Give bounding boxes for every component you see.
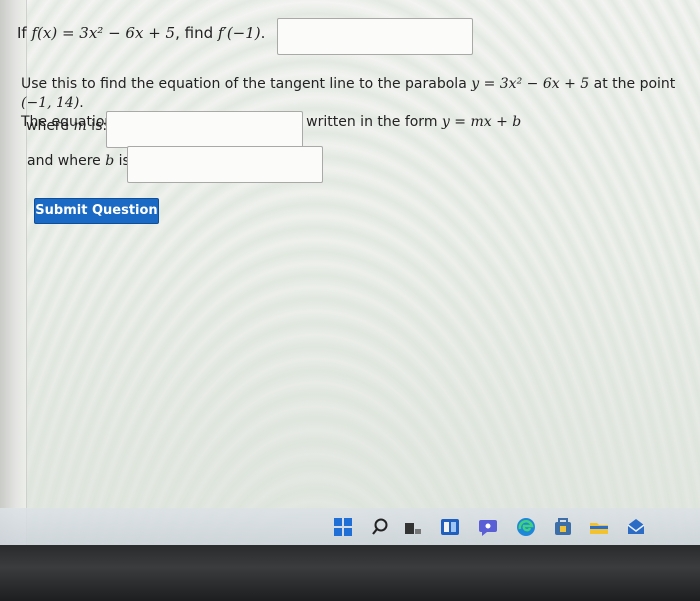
instructions-line1: Use this to find the equation of the tan… bbox=[21, 76, 472, 92]
question-suffix: . bbox=[260, 24, 266, 42]
question-prefix: If bbox=[17, 24, 32, 42]
task-view-icon[interactable] bbox=[403, 517, 423, 537]
search-icon[interactable] bbox=[370, 517, 390, 537]
intercept-answer-input[interactable] bbox=[127, 146, 323, 183]
fprime-answer-input[interactable] bbox=[277, 18, 473, 55]
question-part1: If f(x) = 3x² − 6x + 5, find f′(−1). bbox=[17, 24, 265, 42]
edge-browser-icon[interactable] bbox=[516, 517, 536, 537]
slope-variable: m bbox=[73, 118, 87, 134]
slope-label-suffix: is: bbox=[86, 118, 108, 134]
instructions-end: . bbox=[79, 95, 84, 111]
submit-question-button[interactable]: Submit Question bbox=[34, 198, 159, 224]
slope-label-prefix: where bbox=[26, 118, 74, 134]
intercept-label-prefix: and where bbox=[27, 153, 106, 169]
windows-start-icon[interactable] bbox=[333, 517, 353, 537]
monitor-bezel bbox=[0, 545, 700, 601]
parabola-equation: y = 3x² − 6x + 5 bbox=[471, 76, 590, 92]
slope-answer-input[interactable] bbox=[106, 111, 303, 148]
chat-icon[interactable] bbox=[478, 517, 498, 537]
derivative-target: f′(−1) bbox=[217, 24, 261, 42]
webpage-area: If f(x) = 3x² − 6x + 5, find f′(−1). Use… bbox=[0, 0, 700, 545]
file-explorer-icon[interactable] bbox=[589, 517, 609, 537]
function-expression: f(x) = 3x² − 6x + 5 bbox=[31, 24, 176, 42]
question-middle: , find bbox=[175, 24, 218, 42]
tangent-point: (−1, 14) bbox=[21, 95, 80, 111]
intercept-label: and where b is: bbox=[27, 153, 135, 169]
taskbar bbox=[0, 508, 700, 545]
line-form-equation: y = mx + b bbox=[441, 114, 522, 130]
slope-label: where m is: bbox=[26, 118, 107, 134]
widgets-icon[interactable] bbox=[440, 517, 460, 537]
instructions-mid: at the point bbox=[589, 76, 676, 92]
mail-icon[interactable] bbox=[626, 517, 646, 537]
store-icon[interactable] bbox=[553, 517, 573, 537]
intercept-variable: b bbox=[105, 153, 115, 169]
